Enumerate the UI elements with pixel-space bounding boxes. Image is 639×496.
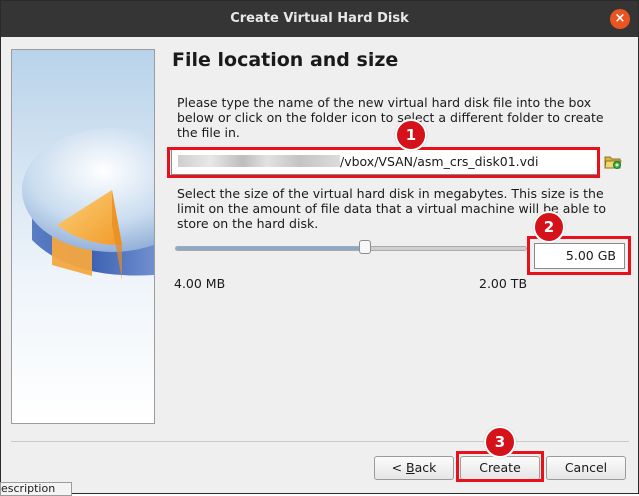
back-label-rest: ack <box>414 460 437 475</box>
size-slider-fill <box>176 247 365 250</box>
close-icon[interactable]: × <box>610 9 630 29</box>
annotation-box-path <box>167 147 600 178</box>
folder-icon[interactable] <box>603 152 623 172</box>
size-slider-track[interactable] <box>175 246 527 251</box>
wizard-side-image <box>11 49 155 424</box>
min-size-label: 4.00 MB <box>174 276 226 291</box>
annotation-badge-3: 3 <box>484 426 516 458</box>
title-bar: Create Virtual Hard Disk × <box>1 1 638 37</box>
page-heading: File location and size <box>172 49 399 71</box>
create-virtual-hard-disk-dialog: Create Virtual Hard Disk × File location… <box>0 0 639 494</box>
cancel-button[interactable]: Cancel <box>546 456 626 480</box>
size-slider-handle[interactable] <box>359 240 372 254</box>
max-size-label: 2.00 TB <box>479 276 528 291</box>
back-label-mnemonic: B <box>406 460 415 475</box>
back-button[interactable]: < Back <box>374 456 454 480</box>
disk-pie-illustration <box>12 50 154 423</box>
annotation-badge-2: 2 <box>533 211 565 243</box>
button-separator <box>11 441 629 442</box>
dialog-title: Create Virtual Hard Disk <box>230 11 409 26</box>
annotation-badge-1: 1 <box>395 119 427 151</box>
back-label-prefix: < <box>391 460 407 475</box>
